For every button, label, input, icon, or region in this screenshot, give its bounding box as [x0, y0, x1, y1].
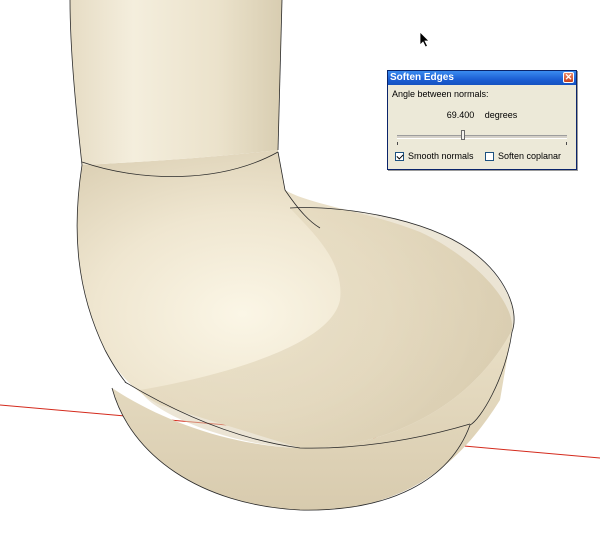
soften-coplanar-label: Soften coplanar	[498, 151, 562, 161]
model-viewport[interactable]: Soften Edges ✕ Angle between normals: 69…	[0, 0, 600, 534]
angle-label: Angle between normals:	[392, 89, 489, 99]
dialog-titlebar[interactable]: Soften Edges ✕	[388, 71, 576, 85]
slider-tick-min	[397, 142, 398, 145]
smooth-normals-checkbox[interactable]	[395, 151, 404, 161]
close-icon[interactable]: ✕	[563, 72, 574, 83]
slider-track[interactable]	[397, 135, 567, 139]
soften-coplanar-checkbox[interactable]	[485, 151, 494, 161]
smooth-normals-option[interactable]: Smooth normals	[395, 151, 474, 161]
slider-thumb[interactable]	[461, 130, 465, 140]
angle-readout: 69.400 degrees	[388, 110, 576, 120]
pipe-shaft[interactable]	[70, 0, 282, 165]
dialog-body: Angle between normals: 69.400 degrees Sm…	[388, 85, 576, 173]
soften-coplanar-option[interactable]: Soften coplanar	[485, 151, 561, 161]
dialog-title: Soften Edges	[390, 72, 454, 83]
soften-edges-dialog: Soften Edges ✕ Angle between normals: 69…	[387, 70, 577, 170]
angle-value: 69.400	[446, 110, 475, 120]
angle-slider[interactable]	[397, 129, 567, 145]
angle-unit: degrees	[484, 110, 518, 120]
arrow-cursor-icon	[419, 31, 430, 48]
smooth-normals-label: Smooth normals	[408, 151, 474, 161]
slider-tick-max	[566, 142, 567, 145]
